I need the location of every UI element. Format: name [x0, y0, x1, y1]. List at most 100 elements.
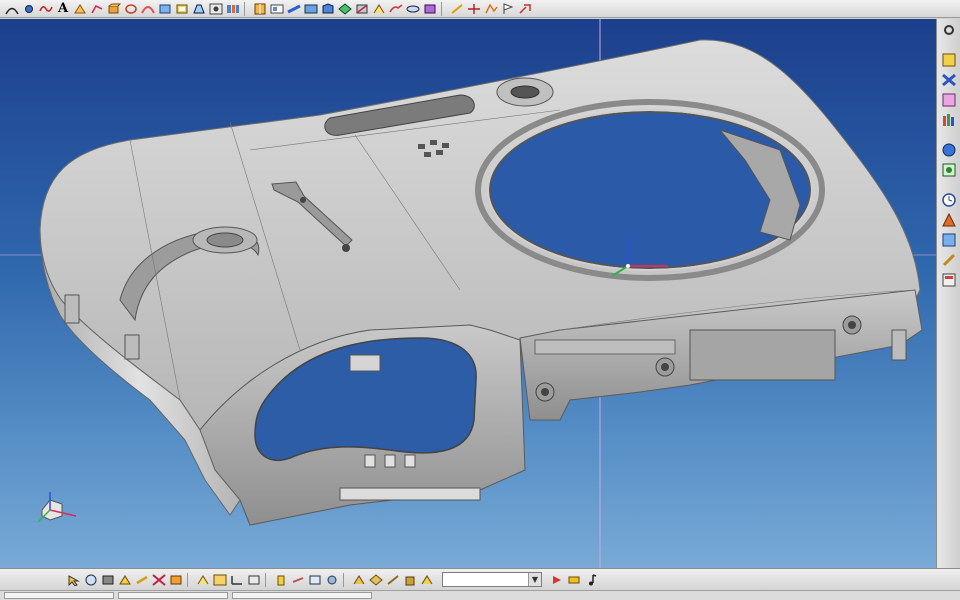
history-icon[interactable] [940, 191, 958, 209]
mount-tab [891, 329, 907, 361]
selection-scope-dropdown[interactable]: ▼ [442, 572, 542, 587]
shade-icon[interactable] [100, 572, 116, 587]
curve-icon[interactable] [38, 1, 54, 16]
vent-strip [534, 339, 676, 355]
view-orient-icon[interactable] [83, 572, 99, 587]
analyze-icon[interactable] [483, 1, 499, 16]
layer-settings-icon[interactable] [246, 572, 262, 587]
analysis-icon[interactable] [940, 231, 958, 249]
fit-icon[interactable] [117, 572, 133, 587]
latch-tab [349, 354, 381, 372]
button-hole [418, 144, 425, 149]
top-toolbar: A [0, 0, 960, 18]
view-icon[interactable] [940, 161, 958, 179]
button-hole [430, 140, 437, 145]
surface-icon[interactable] [337, 1, 353, 16]
constraint-tool-icon[interactable] [466, 1, 482, 16]
button-hole [442, 143, 449, 148]
snap-icon[interactable] [195, 572, 211, 587]
hide-icon[interactable] [273, 572, 289, 587]
fillet-icon[interactable] [89, 1, 105, 16]
dimension-icon[interactable] [449, 1, 465, 16]
show-icon[interactable] [290, 572, 306, 587]
extrude-icon[interactable] [106, 1, 122, 16]
thicken-icon[interactable] [405, 1, 421, 16]
hole-icon[interactable] [208, 1, 224, 16]
pattern-icon[interactable] [225, 1, 241, 16]
toolbar-separator [265, 572, 270, 587]
mount-tab [124, 334, 140, 360]
toolbar-separator [343, 572, 348, 587]
measure-tool-icon[interactable] [385, 572, 401, 587]
edit-object-icon[interactable] [307, 572, 323, 587]
zoom-icon[interactable] [168, 572, 184, 587]
measure-icon[interactable] [286, 1, 302, 16]
play-icon[interactable] [549, 572, 565, 587]
point-icon[interactable] [21, 1, 37, 16]
sketch-curve-icon[interactable] [4, 1, 20, 16]
flag-icon[interactable] [500, 1, 516, 16]
revolve-icon[interactable] [123, 1, 139, 16]
layer-icon[interactable] [940, 51, 958, 69]
graphics-viewport[interactable] [0, 19, 936, 568]
sketch-icon[interactable] [940, 251, 958, 269]
offset-icon[interactable] [388, 1, 404, 16]
screw-hole [300, 197, 306, 203]
rotate-icon[interactable] [134, 572, 150, 587]
tools-icon[interactable] [517, 1, 533, 16]
blend-icon[interactable] [422, 1, 438, 16]
boolean-icon[interactable] [269, 1, 285, 16]
left-dial-hole [206, 232, 244, 248]
feature-icon[interactable] [940, 91, 958, 109]
sound-icon[interactable] [583, 572, 599, 587]
pan-icon[interactable] [151, 572, 167, 587]
status-bar [0, 590, 960, 600]
status-field [118, 592, 228, 599]
mirror-icon[interactable] [252, 1, 268, 16]
next-icon[interactable] [566, 572, 582, 587]
section-icon[interactable] [303, 1, 319, 16]
material-icon[interactable] [940, 211, 958, 229]
button-hole [436, 150, 443, 155]
sketch-line-icon[interactable] [72, 1, 88, 16]
resource-bar [936, 19, 960, 568]
side-recess [689, 329, 836, 381]
bottom-toolbar: ▼ [0, 568, 960, 590]
clip-icon[interactable] [351, 572, 367, 587]
settings-gear-icon[interactable] [940, 21, 958, 39]
mount-tab [64, 294, 80, 324]
screw-hole [342, 244, 350, 252]
status-field [4, 592, 114, 599]
analyze-tool-icon[interactable] [402, 572, 418, 587]
constraint-icon[interactable] [940, 71, 958, 89]
shell-icon[interactable] [174, 1, 190, 16]
render-icon[interactable] [320, 1, 336, 16]
view-triad [37, 492, 77, 523]
lens-opening[interactable] [489, 111, 811, 269]
display-icon[interactable] [324, 572, 340, 587]
toolbar-separator [441, 1, 446, 16]
mode-dial-hole [510, 85, 540, 99]
chevron-down-icon[interactable]: ▼ [528, 573, 541, 586]
assembly-navigator-icon[interactable] [940, 141, 958, 159]
trim-icon[interactable] [354, 1, 370, 16]
select-icon[interactable] [66, 572, 82, 587]
wcs-icon[interactable] [229, 572, 245, 587]
draft-icon[interactable] [191, 1, 207, 16]
roles-icon[interactable] [940, 271, 958, 289]
contact-pin [404, 454, 416, 468]
button-hole [424, 152, 431, 157]
text-tool-label: A [57, 0, 69, 16]
deviation-icon[interactable] [419, 572, 435, 587]
loft-icon[interactable] [157, 1, 173, 16]
rib-strip [339, 487, 481, 501]
sweep-icon[interactable] [140, 1, 156, 16]
filter-icon[interactable] [212, 572, 228, 587]
text-tool-icon[interactable]: A [55, 1, 71, 16]
extend-icon[interactable] [371, 1, 387, 16]
model-scene [0, 19, 936, 568]
boss-hole-center [848, 321, 856, 329]
selection-filter-icon[interactable] [368, 572, 384, 587]
contact-pin [364, 454, 376, 468]
part-navigator-icon[interactable] [940, 111, 958, 129]
